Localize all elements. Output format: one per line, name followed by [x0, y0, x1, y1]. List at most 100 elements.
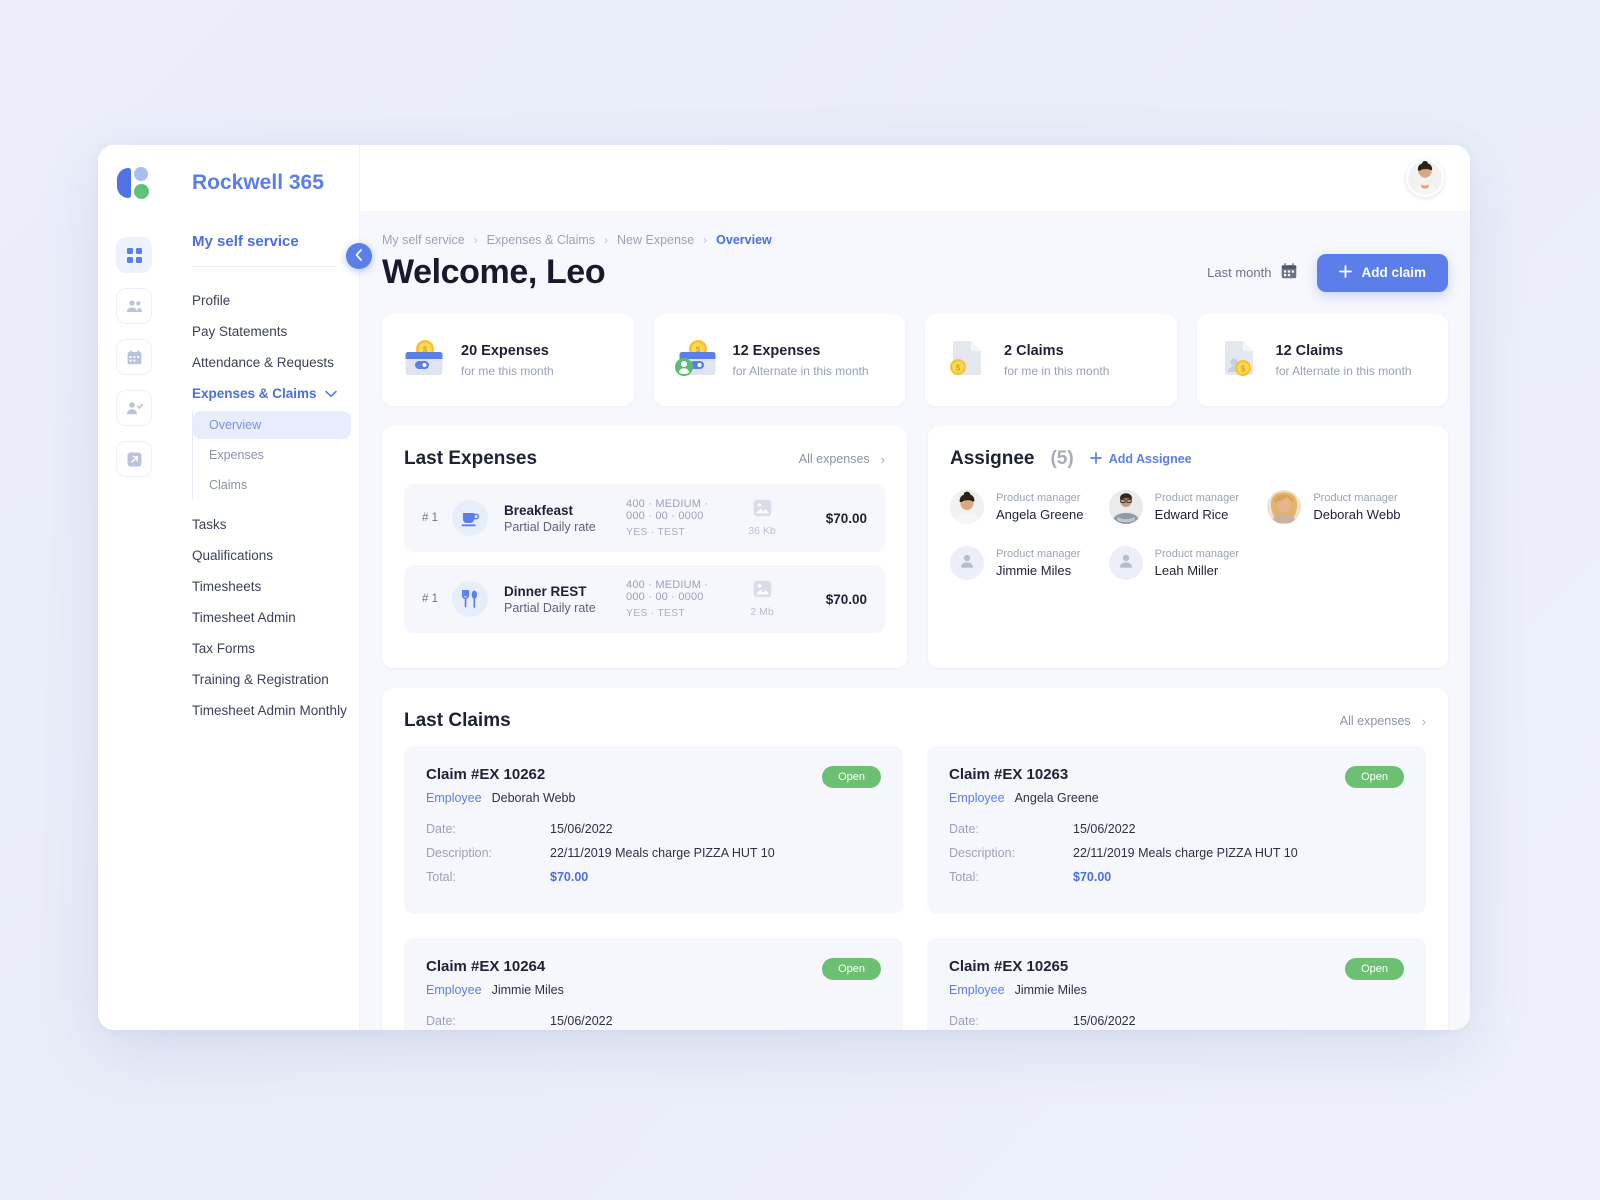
claim-card[interactable]: Claim #EX 10262 Employee Deborah Webb Ope…	[404, 746, 903, 914]
sidebar-item-tax-forms[interactable]: Tax Forms	[170, 633, 359, 664]
claim-total-value: $70.00	[1073, 870, 1112, 884]
people-icon	[126, 299, 143, 313]
claim-date-value: 15/06/2022	[1073, 822, 1136, 836]
avatar	[1108, 490, 1143, 524]
svg-text:$: $	[956, 363, 961, 372]
status-badge[interactable]: Open	[822, 958, 881, 980]
stat-card-claims-alternate[interactable]: $ 12 Claims for Alternate in this month	[1196, 314, 1448, 406]
claim-card[interactable]: Claim #EX 10263 Employee Angela Greene Op…	[927, 746, 1426, 914]
assignee-item[interactable]: Product manager Leah Miller	[1108, 546, 1268, 580]
expense-meta: 400 · MEDIUM · 000 · 00 · 0000 YES · TES…	[626, 498, 727, 538]
stat-sub-text: for Alternate in this month	[732, 363, 869, 378]
last-claims-header: Last Claims All expenses ›	[404, 710, 1426, 732]
assignee-name: Jimmie Miles	[996, 563, 1072, 578]
rail-item-calendar[interactable]	[116, 339, 152, 375]
status-badge[interactable]: Open	[822, 766, 881, 788]
assignee-role: Product manager	[1313, 492, 1398, 504]
user-icon	[959, 553, 975, 574]
assignee-item[interactable]: Product manager Deborah Webb	[1267, 490, 1426, 524]
sidebar-item-training-registration[interactable]: Training & Registration	[170, 664, 359, 695]
all-expenses-link[interactable]: All expenses ›	[799, 452, 885, 467]
add-claim-label: Add claim	[1361, 265, 1426, 280]
assignee-item[interactable]: Product manager Jimmie Miles	[950, 546, 1109, 580]
mid-row: Last Expenses All expenses › # 1 Breakfe…	[382, 426, 1448, 668]
add-claim-button[interactable]: Add claim	[1317, 253, 1448, 292]
claim-card[interactable]: Claim #EX 10265 Employee Jimmie Miles Ope…	[927, 938, 1426, 1030]
stat-card-claims-me[interactable]: $ 2 Claims for me in this month	[925, 314, 1177, 406]
assignee-item[interactable]: Product manager Angela Greene	[950, 490, 1109, 524]
period-picker[interactable]: Last month	[1207, 263, 1297, 282]
document-coin-icon: $	[945, 338, 989, 383]
status-badge[interactable]: Open	[1345, 958, 1404, 980]
sidebar-item-timesheets[interactable]: Timesheets	[170, 571, 359, 602]
claim-employee: Employee Deborah Webb	[426, 791, 575, 805]
stat-card-expenses-alternate[interactable]: $ 12 Expenses for Alternate in this mont…	[653, 314, 905, 406]
rail-item-external-link[interactable]	[116, 441, 152, 477]
rail-item-dashboard[interactable]	[116, 237, 152, 273]
assignee-item[interactable]: Product manager Edward Rice	[1108, 490, 1268, 524]
sidebar-item-claims[interactable]: Claims	[193, 471, 351, 499]
sidebar-item-tasks[interactable]: Tasks	[170, 509, 359, 540]
rockwell-logo-icon	[117, 167, 151, 199]
chevron-right-icon: ›	[880, 451, 885, 467]
claim-description-label: Description:	[949, 846, 1015, 860]
sidebar-group-expenses-claims[interactable]: Expenses & Claims	[170, 378, 359, 409]
stats-row: $ 20 Expenses for me this month $ 12 Exp…	[382, 314, 1448, 406]
breadcrumb-item-3[interactable]: Overview	[716, 233, 772, 247]
breadcrumb-item-2[interactable]: New Expense	[617, 233, 694, 247]
sidebar-item-pay-statements[interactable]: Pay Statements	[170, 316, 359, 347]
expense-row[interactable]: # 1 Breakfeast Partial Daily rate 400 · …	[404, 484, 885, 552]
sidebar-item-attendance-requests[interactable]: Attendance & Requests	[170, 347, 359, 378]
expense-name: Dinner REST	[504, 583, 587, 599]
sidebar-subnav: Overview Expenses Claims	[192, 411, 359, 499]
content: My self service › Expenses & Claims › Ne…	[360, 211, 1470, 1030]
add-assignee-button[interactable]: Add Assignee	[1089, 451, 1192, 467]
expense-index: # 1	[422, 593, 438, 605]
sidebar-item-expenses[interactable]: Expenses	[193, 441, 351, 469]
expense-row[interactable]: # 1 Dinner REST Partial Daily rate 400 ·…	[404, 565, 885, 633]
sidebar: Rockwell 365 My self service Profile Pay…	[170, 145, 372, 1030]
expense-attachment[interactable]: 2 Mb	[727, 580, 797, 618]
status-badge[interactable]: Open	[1345, 766, 1404, 788]
claim-card[interactable]: Claim #EX 10264 Employee Jimmie Miles Ope…	[404, 938, 903, 1030]
all-claims-link[interactable]: All expenses ›	[1340, 714, 1426, 729]
sidebar-item-timesheet-admin-monthly[interactable]: Timesheet Admin Monthly	[170, 695, 359, 726]
sidebar-item-overview[interactable]: Overview	[193, 411, 351, 439]
sidebar-item-profile[interactable]: Profile	[170, 285, 359, 316]
user-avatar[interactable]	[1406, 159, 1444, 197]
claims-grid: Claim #EX 10262 Employee Deborah Webb Ope…	[404, 746, 1426, 1030]
stat-main-text: 20 Expenses	[461, 342, 549, 359]
breadcrumb-item-1[interactable]: Expenses & Claims	[487, 233, 595, 247]
breadcrumb-item-0[interactable]: My self service	[382, 233, 465, 247]
sidebar-collapse-button[interactable]	[346, 243, 372, 269]
assignee-panel: Assignee (5) Add Assignee Product manage…	[928, 426, 1448, 668]
page-header: Welcome, Leo Last month Add claim	[382, 253, 1448, 292]
claim-employee-name: Angela Greene	[1014, 791, 1099, 805]
add-assignee-label: Add Assignee	[1108, 452, 1192, 466]
claim-details: Date:15/06/2022 Description:22/11/2019 M…	[949, 822, 1404, 884]
claim-date-label: Date:	[426, 1014, 456, 1028]
plus-icon	[1089, 451, 1102, 467]
stat-main-text: 12 Claims	[1275, 342, 1344, 359]
expense-attachment[interactable]: 36 Kb	[727, 499, 797, 537]
claim-total-label: Total:	[949, 870, 979, 884]
claim-id: Claim #EX 10263	[949, 766, 1069, 783]
stat-card-expenses-me[interactable]: $ 20 Expenses for me this month	[382, 314, 634, 406]
calendar-icon	[127, 349, 142, 365]
assignee-grid: Product manager Angela Greene Product ma…	[950, 490, 1426, 580]
expense-index: # 1	[422, 512, 438, 524]
main-area: My self service › Expenses & Claims › Ne…	[360, 145, 1470, 1030]
sidebar-item-timesheet-admin[interactable]: Timesheet Admin	[170, 602, 359, 633]
rail-item-people[interactable]	[116, 288, 152, 324]
dashboard-icon	[126, 247, 142, 263]
claim-id: Claim #EX 10265	[949, 958, 1069, 975]
claim-details: Date:15/06/2022 Description:22/11/2019 M…	[949, 1014, 1404, 1030]
avatar-placeholder	[950, 546, 984, 580]
claim-card-header: Claim #EX 10262 Employee Deborah Webb Ope…	[426, 766, 881, 805]
rail-item-user-check[interactable]	[116, 390, 152, 426]
claim-employee-label: Employee	[426, 791, 482, 805]
chevron-down-icon	[325, 386, 337, 401]
plus-icon	[1339, 264, 1353, 281]
sidebar-item-qualifications[interactable]: Qualifications	[170, 540, 359, 571]
icon-rail	[98, 145, 170, 1030]
